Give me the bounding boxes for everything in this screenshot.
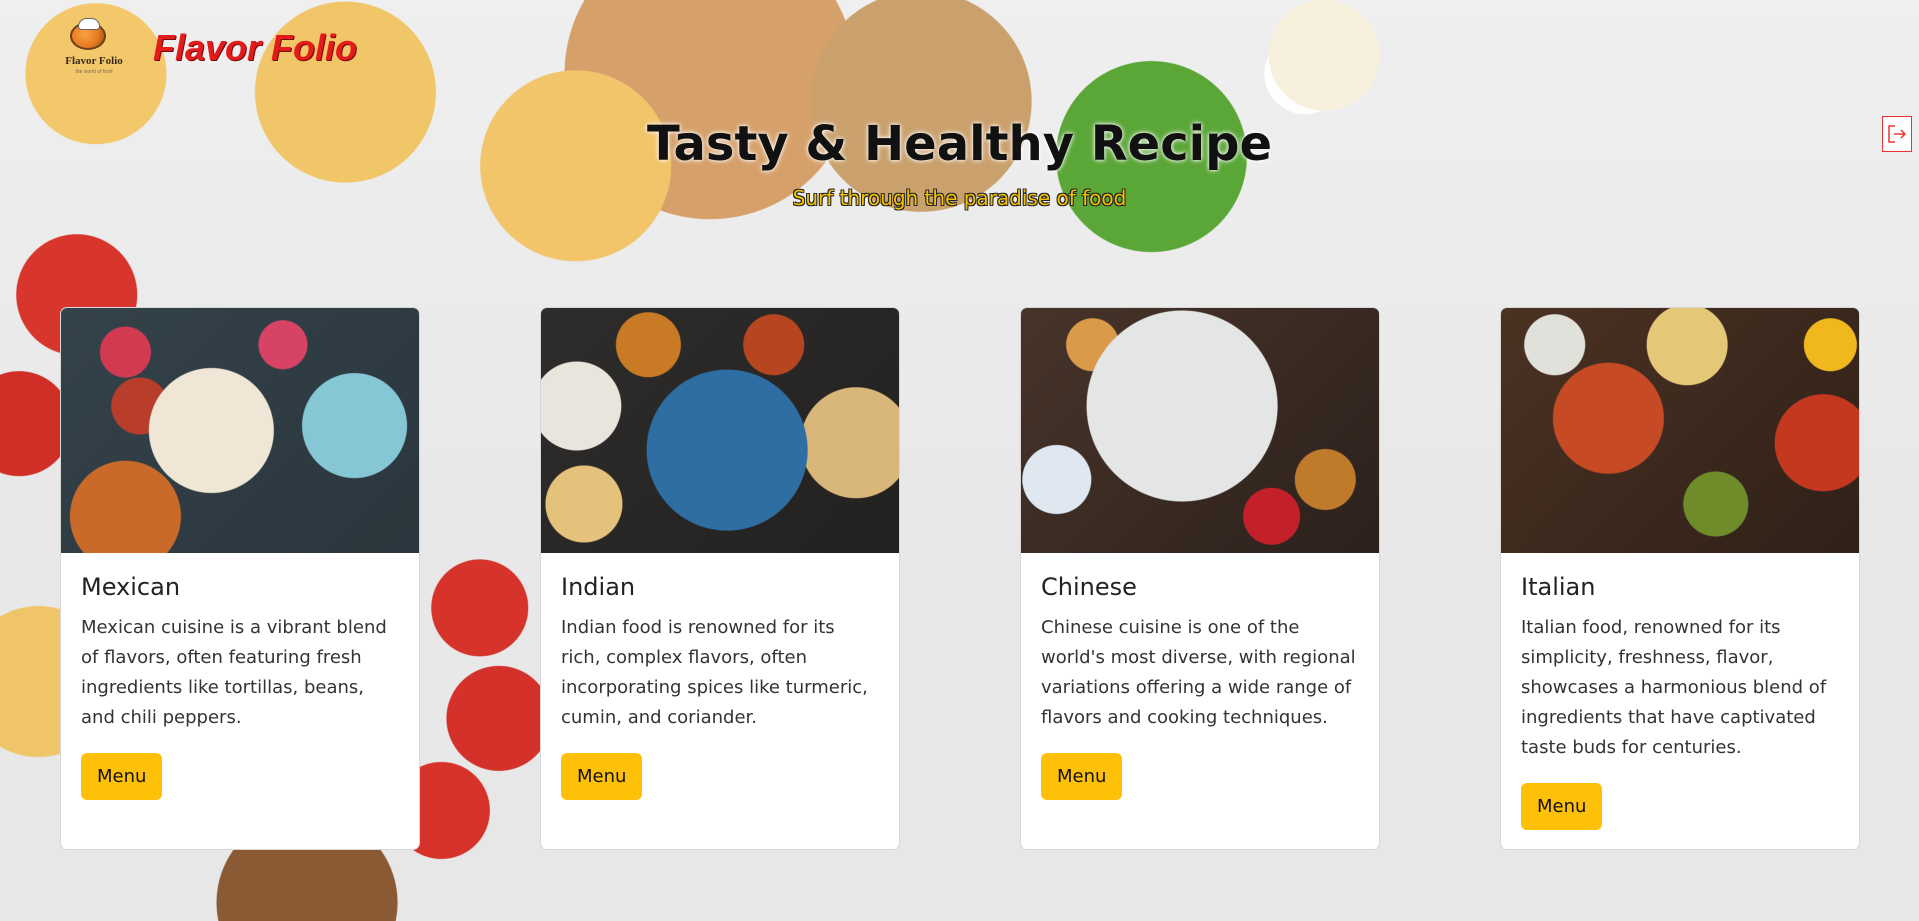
card-text: Indian food is renowned for its rich, co… [561,617,868,728]
chinese-food-image [1021,308,1379,553]
indian-food-image [541,308,899,553]
card-text: Italian food, renowned for its simplicit… [1521,617,1827,758]
logo-text: Flavor Folio [65,55,123,67]
card-text: Mexican cuisine is a vibrant blend of fl… [81,617,387,728]
menu-button[interactable]: Menu [1041,753,1123,800]
cuisine-card-italian: Italian Italian food, renowned for its s… [1500,307,1860,850]
cuisine-card-mexican: Mexican Mexican cuisine is a vibrant ble… [60,307,420,850]
cuisine-card-chinese: Chinese Chinese cuisine is one of the wo… [1020,307,1380,850]
menu-button[interactable]: Menu [81,753,163,800]
menu-button[interactable]: Menu [561,753,643,800]
cuisine-card-indian: Indian Indian food is renowned for its r… [540,307,900,850]
mexican-food-image [61,308,419,553]
card-text: Chinese cuisine is one of the world's mo… [1041,617,1356,728]
chef-hat-icon [78,18,100,30]
logo-tagline: the world of food [75,69,113,75]
card-title: Indian [561,573,636,601]
hero-title: Tasty & Healthy Recipe [646,116,1273,172]
italian-food-image [1501,308,1859,553]
card-title: Mexican [81,573,181,601]
card-title: Chinese [1041,573,1137,601]
menu-button[interactable]: Menu [1521,783,1603,830]
hero-subtitle: Surf through the paradise of food [792,186,1127,210]
logo[interactable]: Flavor Folio the world of food [60,18,128,76]
card-title: Italian [1521,573,1596,601]
brand-title[interactable]: Flavor Folio [153,27,357,69]
